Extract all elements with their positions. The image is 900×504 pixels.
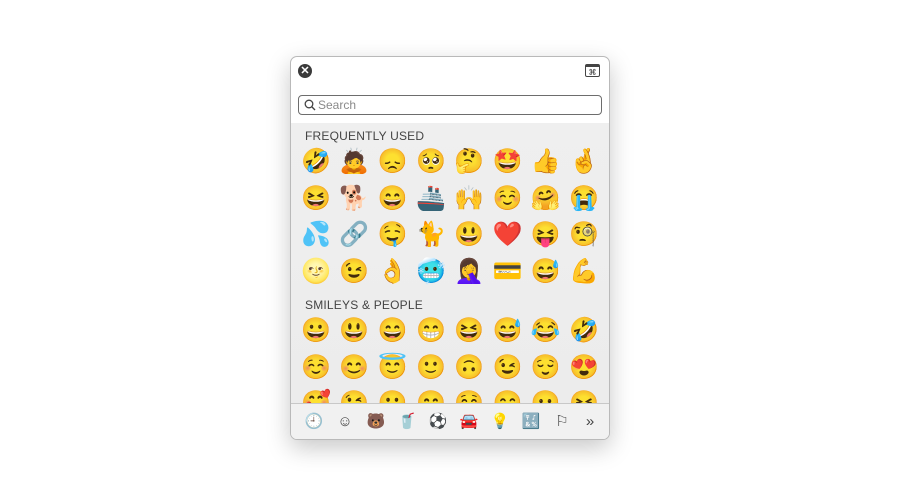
section-title-frequently-used: FREQUENTLY USED	[305, 129, 425, 143]
emoji-item[interactable]: 🔗	[336, 218, 372, 252]
category-food-drink-icon[interactable]: 🥤	[396, 412, 418, 432]
emoji-item[interactable]: 🙃	[451, 351, 487, 385]
emoji-item[interactable]: 😝	[566, 387, 602, 403]
emoji-item[interactable]: 😚	[451, 387, 487, 403]
emoji-item[interactable]: 😌	[528, 351, 564, 385]
emoji-item[interactable]: 💪	[566, 255, 602, 289]
category-objects-icon[interactable]: 💡	[489, 412, 511, 432]
emoji-item[interactable]: 😁	[413, 314, 449, 348]
category-travel-places-icon[interactable]: 🚘	[458, 412, 480, 432]
emoji-item[interactable]: 😞	[375, 145, 411, 179]
emoji-item[interactable]: 😗	[375, 387, 411, 403]
emoji-item[interactable]: 🤞	[566, 145, 602, 179]
emoji-item[interactable]: 😄	[375, 314, 411, 348]
emoji-item[interactable]: 😅	[528, 255, 564, 289]
emoji-item[interactable]: 😍	[566, 351, 602, 385]
category-smileys-people-icon[interactable]: ☺	[334, 412, 356, 432]
emoji-item[interactable]: 👌	[375, 255, 411, 289]
emoji-item[interactable]: 😘	[336, 387, 372, 403]
search-input[interactable]	[316, 98, 588, 112]
emoji-item[interactable]: 🙌	[451, 182, 487, 216]
emoji-item[interactable]: 😀	[298, 314, 334, 348]
emoji-item[interactable]: 🙂	[413, 351, 449, 385]
emoji-item[interactable]: 🤣	[298, 145, 334, 179]
emoji-item[interactable]: 🐕	[336, 182, 372, 216]
emoji-item[interactable]: 🤤	[375, 218, 411, 252]
emoji-item[interactable]: 🐈	[413, 218, 449, 252]
emoji-item[interactable]: ❤️	[490, 218, 526, 252]
emoji-item[interactable]: 😆	[451, 314, 487, 348]
category-symbols-icon[interactable]: 🔣	[520, 412, 542, 432]
emoji-item[interactable]: 🤦‍♀️	[451, 255, 487, 289]
search-field[interactable]	[298, 95, 602, 115]
emoji-item[interactable]: 🙇	[336, 145, 372, 179]
emoji-item[interactable]: 🤩	[490, 145, 526, 179]
emoji-item[interactable]: 🌝	[298, 255, 334, 289]
emoji-item[interactable]: 🤔	[451, 145, 487, 179]
section-title-smileys-people: SMILEYS & PEOPLE	[305, 298, 423, 312]
emoji-scroll-area[interactable]: FREQUENTLY USED SMILEYS & PEOPLE 🤣 🙇 😞 🥺 🤔 🤩 👍…	[291, 123, 609, 403]
emoji-item[interactable]: 🧐	[566, 218, 602, 252]
category-frequently-used-icon[interactable]: 🕘	[303, 412, 325, 432]
emoji-item[interactable]: 😆	[298, 182, 334, 216]
emoji-item[interactable]: 🥶	[413, 255, 449, 289]
emoji-item[interactable]: 😂	[528, 314, 564, 348]
emoji-item[interactable]: 😃	[451, 218, 487, 252]
category-bar: 🕘 ☺ 🐻 🥤 ⚽ 🚘 💡 🔣 ⚐ »	[291, 403, 609, 439]
emoji-item[interactable]: 🤗	[528, 182, 564, 216]
emoji-item[interactable]: 😄	[375, 182, 411, 216]
emoji-item[interactable]: 😙	[413, 387, 449, 403]
emoji-item[interactable]: 🥰	[298, 387, 334, 403]
emoji-item[interactable]: 😝	[528, 218, 564, 252]
emoji-item[interactable]: 💳	[490, 255, 526, 289]
emoji-item[interactable]: 💦	[298, 218, 334, 252]
emoji-item[interactable]: 😃	[336, 314, 372, 348]
emoji-item[interactable]: 😛	[528, 387, 564, 403]
category-flags-icon[interactable]: ⚐	[551, 412, 573, 432]
keyboard-viewer-icon[interactable]: ⌘	[585, 64, 600, 77]
emoji-item[interactable]: 🚢	[413, 182, 449, 216]
emoji-item[interactable]: 😊	[336, 351, 372, 385]
emoji-item[interactable]: ☺️	[490, 182, 526, 216]
emoji-picker-window: ✕ ⌘ FREQUENTLY USED SMILEYS & PEOPLE 🤣🙇😞…	[290, 56, 610, 440]
search-icon	[304, 99, 316, 111]
category-activity-icon[interactable]: ⚽	[427, 412, 449, 432]
category-animals-nature-icon[interactable]: 🐻	[365, 412, 387, 432]
emoji-item[interactable]: ☺️	[298, 351, 334, 385]
emoji-item[interactable]: 😇	[375, 351, 411, 385]
emoji-item[interactable]: 😭	[566, 182, 602, 216]
emoji-item[interactable]: 😅	[490, 314, 526, 348]
emoji-item[interactable]: 😋	[490, 387, 526, 403]
emoji-item[interactable]: 😉	[336, 255, 372, 289]
emoji-item[interactable]: 🥺	[413, 145, 449, 179]
emoji-item[interactable]: 😉	[490, 351, 526, 385]
category-more-icon[interactable]: »	[579, 412, 601, 432]
close-icon[interactable]: ✕	[298, 64, 312, 78]
emoji-item[interactable]: 👍	[528, 145, 564, 179]
emoji-item[interactable]: 🤣	[566, 314, 602, 348]
